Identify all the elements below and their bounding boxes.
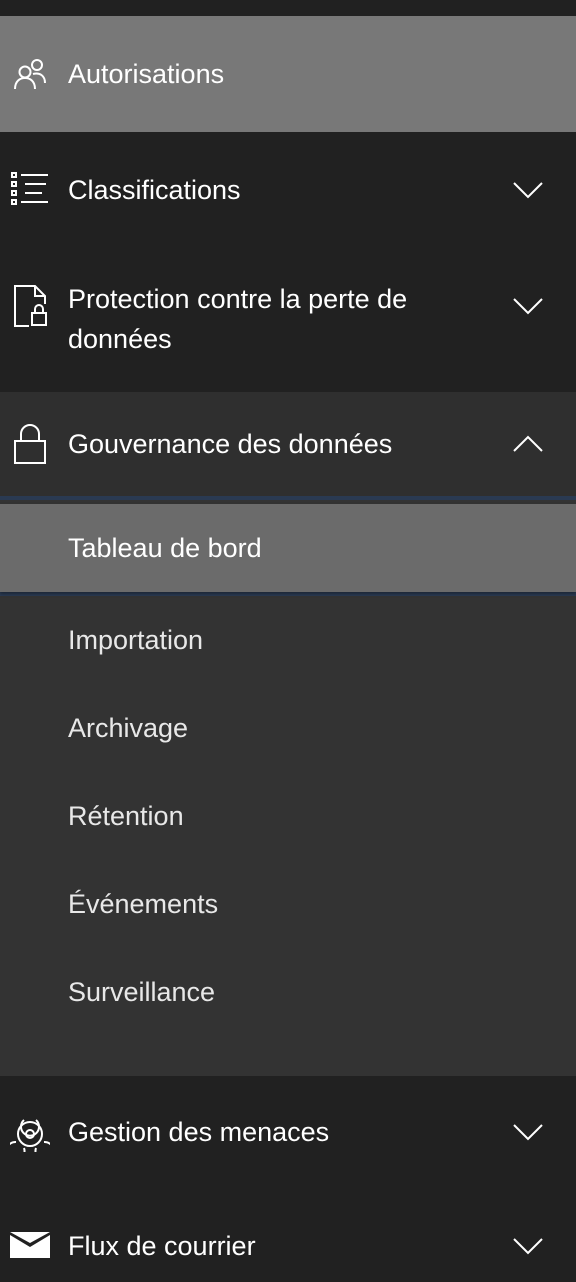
sub-item-label: Surveillance [68, 976, 216, 1007]
sub-item-evenements[interactable]: Événements [0, 860, 576, 948]
sub-item-importation[interactable]: Importation [0, 596, 576, 684]
nav-item-gouvernance-des-donnees[interactable]: Gouvernance des données [0, 392, 576, 496]
sub-item-label: Rétention [68, 800, 184, 831]
chevron-down-icon[interactable] [510, 1114, 546, 1150]
governance-submenu: Tableau de bord Importation Archivage Ré… [0, 496, 576, 1076]
chevron-down-icon[interactable] [510, 172, 546, 208]
sub-item-tableau-de-bord[interactable]: Tableau de bord [0, 504, 576, 592]
nav-item-autorisations[interactable]: Autorisations [0, 16, 576, 132]
sub-item-archivage[interactable]: Archivage [0, 684, 576, 772]
nav-item-label: Classifications [68, 175, 241, 205]
chevron-up-icon[interactable] [510, 426, 546, 462]
nav-item-label: Protection contre la perte de données [68, 284, 408, 354]
document-lock-icon [8, 284, 52, 328]
biohazard-icon [8, 1110, 52, 1154]
sub-item-label: Importation [68, 624, 204, 655]
sub-item-label: Événements [68, 888, 219, 919]
lock-icon [8, 422, 52, 466]
nav-item-label: Gouvernance des données [68, 429, 393, 459]
side-navigation: Autorisations Classifications Protection… [0, 0, 576, 1282]
nav-item-data-loss-prevention[interactable]: Protection contre la perte de données [0, 248, 576, 392]
nav-item-label: Autorisations [68, 59, 225, 89]
sub-item-label: Archivage [68, 712, 189, 743]
sub-item-retention[interactable]: Rétention [0, 772, 576, 860]
nav-item-flux-de-courrier[interactable]: Flux de courrier [0, 1188, 576, 1282]
sub-item-label: Tableau de bord [68, 532, 262, 563]
nav-item-classifications[interactable]: Classifications [0, 132, 576, 248]
nav-item-gestion-des-menaces[interactable]: Gestion des menaces [0, 1076, 576, 1188]
list-icon [8, 168, 52, 212]
people-icon [8, 52, 52, 96]
chevron-down-icon[interactable] [510, 1228, 546, 1264]
mail-icon [8, 1224, 52, 1268]
chevron-down-icon[interactable] [510, 288, 546, 324]
nav-item-label: Flux de courrier [68, 1231, 256, 1261]
nav-item-label: Gestion des menaces [68, 1117, 330, 1147]
top-strip [0, 0, 576, 16]
sub-item-surveillance[interactable]: Surveillance [0, 948, 576, 1036]
